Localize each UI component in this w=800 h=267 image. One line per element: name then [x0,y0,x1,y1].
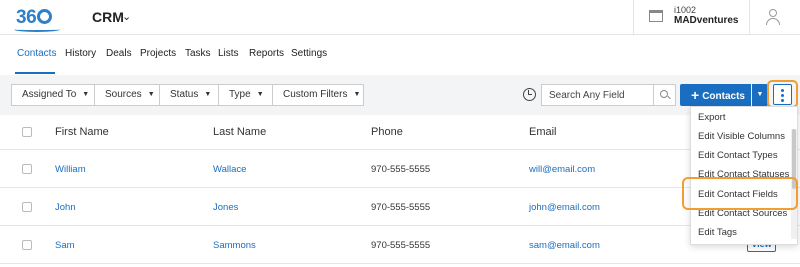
table-row: William Wallace 970-555-5555 will@email.… [0,150,800,188]
menu-item-edit-visible-columns[interactable]: Edit Visible Columns [691,127,791,146]
caret-down-icon: ▼ [204,91,212,98]
last-name-link[interactable]: Sammons [213,240,256,251]
search-box [541,84,676,106]
caret-down-icon: ▼ [756,91,764,98]
filter-bar: Assigned To ▼ Sources ▼ Status ▼ Type ▼ Cust… [0,75,800,115]
more-options-menu: Export Edit Visible Columns Edit Contact… [690,106,798,245]
tab-contacts[interactable]: Contacts [17,48,56,59]
search-input[interactable] [542,85,652,105]
type-filter[interactable]: Type ▼ [218,84,273,106]
row-checkbox[interactable] [22,202,32,212]
row-checkbox[interactable] [22,164,32,174]
column-header[interactable]: Last Name [213,126,266,138]
tab-deals[interactable]: Deals [106,48,132,59]
phone-cell: 970-555-5555 [371,164,431,175]
phone-cell: 970-555-5555 [371,202,431,213]
table-row: Sam Sammons 970-555-5555 sam@email.com V… [0,226,800,264]
tab-history[interactable]: History [65,48,96,59]
row-checkbox[interactable] [22,240,32,250]
sources-filter[interactable]: Sources ▼ [94,84,160,106]
tab-tasks[interactable]: Tasks [185,48,211,59]
email-link[interactable]: john@email.com [529,202,600,213]
add-contacts-button[interactable]: + Contacts [680,84,751,106]
column-header[interactable]: First Name [55,126,109,138]
app-name[interactable]: CRM [92,9,124,25]
search-button[interactable] [653,85,675,105]
last-name-link[interactable]: Jones [213,202,238,213]
nav-tabs: Contacts History Deals Projects Tasks Li… [0,35,800,75]
custom-filters-button[interactable]: Custom Filters ▼ [272,84,364,106]
menu-highlight-outline [682,177,798,210]
caret-down-icon: ▼ [256,91,264,98]
tab-reports[interactable]: Reports [249,48,284,59]
chevron-down-icon[interactable]: ⌄ [122,10,131,23]
select-all-checkbox[interactable] [22,127,32,137]
kebab-highlight-outline [767,80,798,108]
status-filter[interactable]: Status ▼ [159,84,219,106]
email-link[interactable]: sam@email.com [529,240,600,251]
divider [633,0,634,35]
assigned-to-label: Assigned To [22,89,77,100]
add-contacts-label: Contacts [702,91,745,102]
store-icon[interactable] [649,10,663,22]
sources-label: Sources [105,89,142,100]
column-header[interactable]: Email [529,126,557,138]
tab-settings[interactable]: Settings [291,48,327,59]
menu-item-edit-tags[interactable]: Edit Tags [691,223,791,242]
type-label: Type [229,89,251,100]
assigned-to-filter[interactable]: Assigned To ▼ [11,84,95,106]
user-icon[interactable] [766,9,780,25]
menu-item-export[interactable]: Export [691,108,791,127]
divider [749,0,750,35]
phone-cell: 970-555-5555 [371,240,431,251]
caret-down-icon: ▼ [147,91,155,98]
tab-lists[interactable]: Lists [218,48,239,59]
top-bar: 360 36 CRM ⌄ i1002 MADventures [0,0,800,35]
status-label: Status [170,89,199,100]
account-name[interactable]: MADventures [674,15,738,26]
account-id: i1002 [674,5,697,15]
active-tab-indicator [15,72,55,74]
last-name-link[interactable]: Wallace [213,164,246,175]
first-name-link[interactable]: John [55,202,76,213]
tab-projects[interactable]: Projects [140,48,176,59]
search-icon [660,90,668,98]
custom-filters-label: Custom Filters [283,89,348,100]
logo[interactable]: 360 36 [14,7,60,32]
menu-item-edit-contact-types[interactable]: Edit Contact Types [691,146,791,165]
history-icon[interactable] [523,88,536,101]
first-name-link[interactable]: William [55,164,86,175]
first-name-link[interactable]: Sam [55,240,75,251]
table-header: First Name Last Name Phone Email [0,115,800,150]
contacts-table: First Name Last Name Phone Email William… [0,115,800,267]
plus-icon: + [691,87,700,103]
table-row: John Jones 970-555-5555 john@email.com [0,188,800,226]
caret-down-icon: ▼ [82,91,90,98]
contacts-caret-button[interactable]: ▼ [752,84,768,106]
column-header[interactable]: Phone [371,126,403,138]
email-link[interactable]: will@email.com [529,164,595,175]
caret-down-icon: ▼ [353,91,361,98]
